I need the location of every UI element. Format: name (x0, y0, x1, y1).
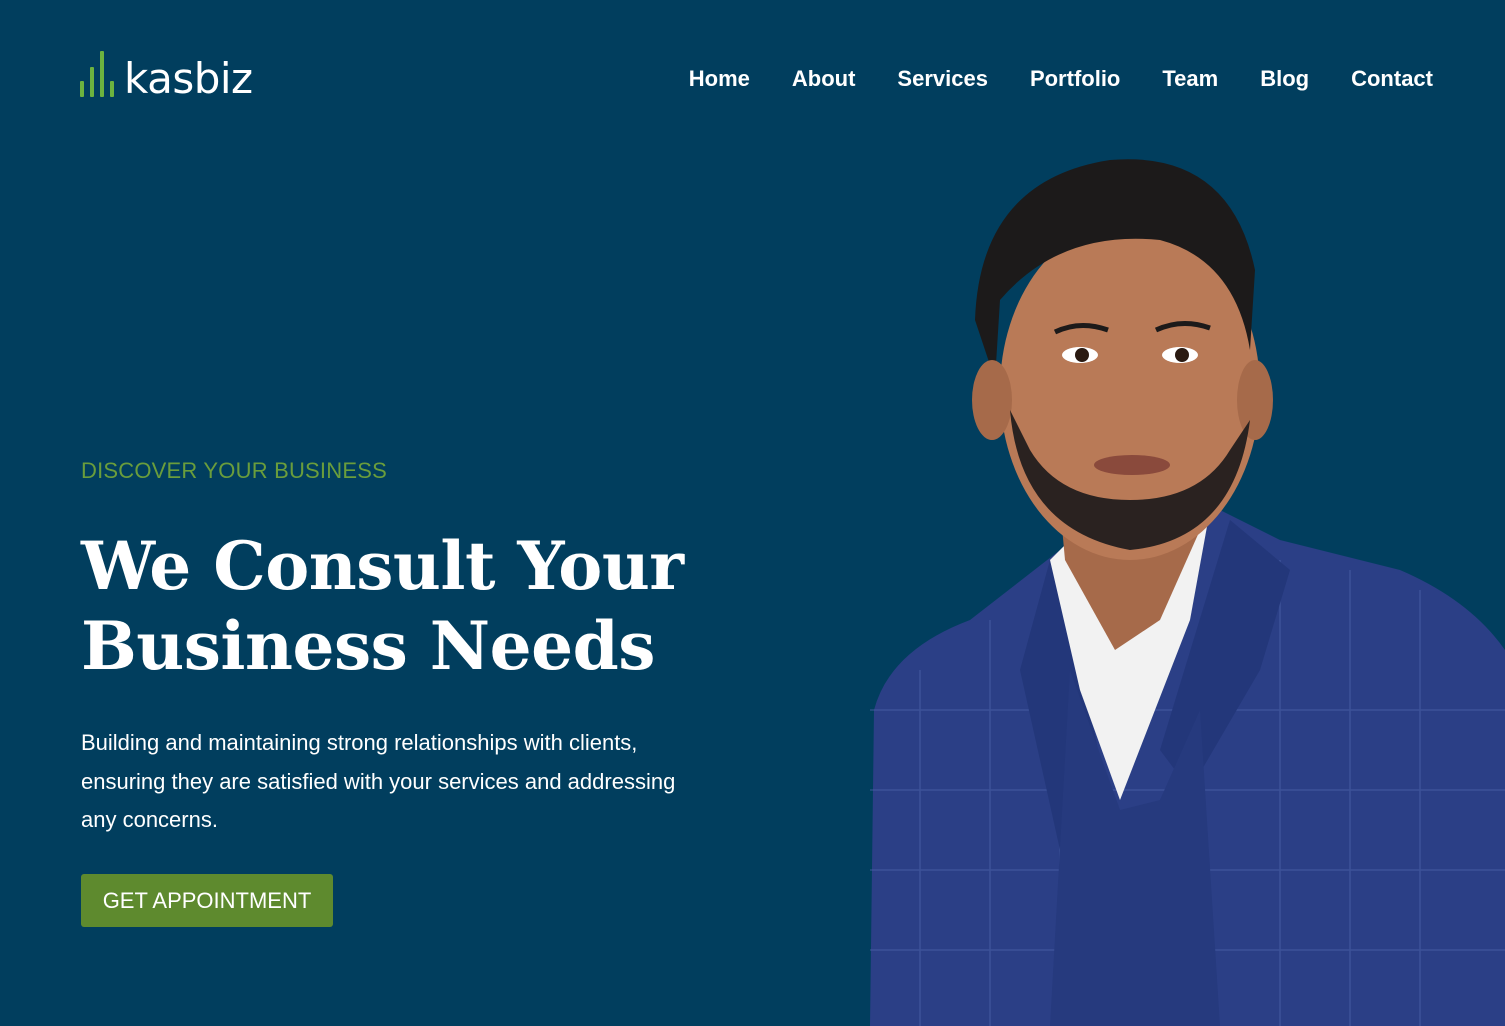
brand-logo[interactable]: kasbiz (80, 50, 253, 100)
hero-description: Building and maintaining strong relation… (81, 730, 676, 832)
bar-chart-logo-icon (80, 51, 114, 100)
nav-item-team[interactable]: Team (1162, 64, 1218, 94)
nav-item-portfolio[interactable]: Portfolio (1030, 64, 1120, 94)
hero-headline: We Consult Your Business Needs (81, 526, 721, 686)
main-nav: Home About Services Portfolio Team Blog … (689, 64, 1433, 94)
hero-page: kasbiz Home About Services Portfolio Tea… (0, 0, 1505, 1026)
brand-name: kasbiz (124, 54, 253, 103)
nav-item-about[interactable]: About (792, 64, 856, 94)
nav-item-services[interactable]: Services (897, 64, 988, 94)
nav-item-blog[interactable]: Blog (1260, 64, 1309, 94)
consultant-portrait-image (870, 159, 1505, 1026)
nav-item-contact[interactable]: Contact (1351, 64, 1433, 94)
hero-headline-line-1: We Consult Your (81, 527, 684, 605)
hero-headline-line-2: Business Needs (81, 607, 655, 685)
get-appointment-button[interactable]: GET APPOINTMENT (81, 874, 333, 927)
nav-item-home[interactable]: Home (689, 64, 750, 94)
hero-eyebrow: DISCOVER YOUR BUSINESS (81, 458, 387, 483)
